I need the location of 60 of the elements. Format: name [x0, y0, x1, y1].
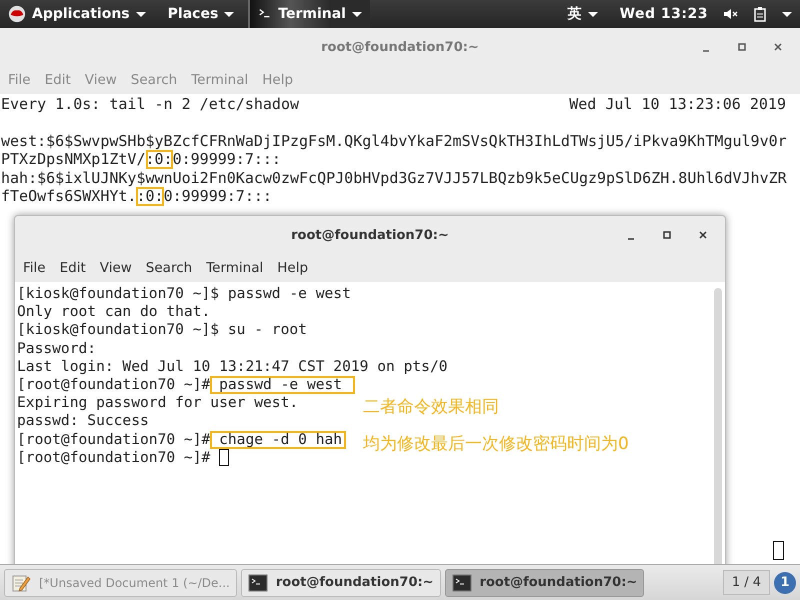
close-icon: [698, 230, 708, 240]
workspace-pager[interactable]: 1 / 4: [722, 570, 770, 595]
input-method-menu[interactable]: 英: [560, 0, 606, 28]
highlighted-command: chage -d 0 hah: [210, 430, 346, 449]
highlighted-text: :0:: [136, 187, 164, 206]
taskbar-item[interactable]: root@foundation70:~: [240, 568, 441, 596]
menu-item[interactable]: Terminal: [206, 260, 264, 276]
watch-command: Every 1.0s: tail -n 2 /etc/shadow: [1, 95, 300, 114]
terminal-text: west:$6$SwvpwSHb$yBZcfCFRnWaDjIPzgFsM.QKgl4bvYkaF2mSVsQkTH3IhLdTWsjU5/iPkva9KhTMgul9v0r: [1, 132, 787, 150]
terminal-text: passwd: Success: [17, 412, 149, 431]
app-menu[interactable]: Terminal: [248, 0, 370, 28]
highlighted-command: passwd -e west: [210, 376, 355, 394]
window-title: root@foundation70:~: [321, 40, 479, 54]
notification-badge[interactable]: 1: [774, 572, 796, 594]
terminal-text: Last login: Wed Jul 10 13:21:47 CST 2019 on pts/0: [17, 358, 448, 376]
terminal-text: Only root can do that.: [17, 303, 210, 322]
terminal-icon: [452, 574, 472, 592]
caret-icon[interactable]: [782, 12, 792, 16]
menu-item[interactable]: File: [23, 260, 46, 276]
terminal-text: 0:99999:7:::: [164, 187, 272, 206]
volume-muted-icon[interactable]: [722, 6, 738, 22]
menu-item[interactable]: Search: [146, 260, 192, 276]
terminal-text: [root@foundation70 ~]#: [17, 448, 212, 468]
maximize-icon: [737, 42, 747, 52]
terminal-text: 0:99999:7:::: [172, 150, 281, 168]
caret-icon: [224, 12, 234, 16]
terminal-text: [kiosk@foundation70 ~]$ su - root: [17, 321, 307, 340]
menu-item[interactable]: Edit: [60, 260, 86, 276]
terminal-text: [kiosk@foundation70 ~]$ passwd -e west: [17, 285, 351, 304]
clipboard-icon[interactable]: [752, 6, 768, 22]
hat-logo-icon: [8, 5, 26, 23]
terminal-text: hah:$6$ixlUJNKy$wwnUoi2Fn0Kacw0zwFcQPJ0bHVpd3Gz7VJJ57LBQzb9k5eCUgz9pSlD6ZH.8Uhl6dVJhvZR: [1, 168, 787, 187]
close-icon: [773, 42, 783, 52]
clock[interactable]: Wed 13:23: [620, 6, 708, 22]
minimize-icon: [703, 50, 709, 52]
maximize-icon: [662, 230, 672, 240]
caret-icon: [136, 12, 146, 16]
window-title: root@foundation70:~: [291, 228, 449, 242]
caret-icon: [352, 12, 362, 16]
menu-item[interactable]: Help: [277, 260, 308, 276]
terminal-text: fTeOwfs6SWXHYt.: [1, 187, 136, 206]
scrollbar[interactable]: [714, 288, 722, 564]
applications-menu[interactable]: Applications: [0, 0, 154, 28]
terminal-text: PTXzDpsNMXp1ZtV/: [1, 150, 146, 168]
terminal-text: [root@foundation70 ~]#: [17, 430, 210, 449]
highlighted-text: :0:: [146, 150, 173, 168]
annotation-text: 二者命令效果相同: [363, 398, 499, 416]
terminal-text: [root@foundation70 ~]#: [17, 376, 210, 394]
minimize-icon: [628, 238, 634, 240]
taskbar-item[interactable]: root@foundation70:~: [444, 568, 644, 596]
terminal-text: Password:: [17, 340, 96, 358]
cursor-icon: [773, 541, 784, 560]
caret-icon: [588, 12, 598, 16]
terminal-icon: [248, 574, 268, 592]
menu-item[interactable]: View: [100, 260, 132, 276]
places-menu[interactable]: Places: [160, 0, 242, 28]
annotation-text: 均为修改最后一次修改密码时间为0: [363, 434, 629, 453]
terminal-text: Expiring password for user west.: [17, 394, 298, 412]
watch-timestamp: Wed Jul 10 13:23:06 2019: [569, 95, 786, 114]
notepad-pencil-icon: [11, 572, 31, 592]
